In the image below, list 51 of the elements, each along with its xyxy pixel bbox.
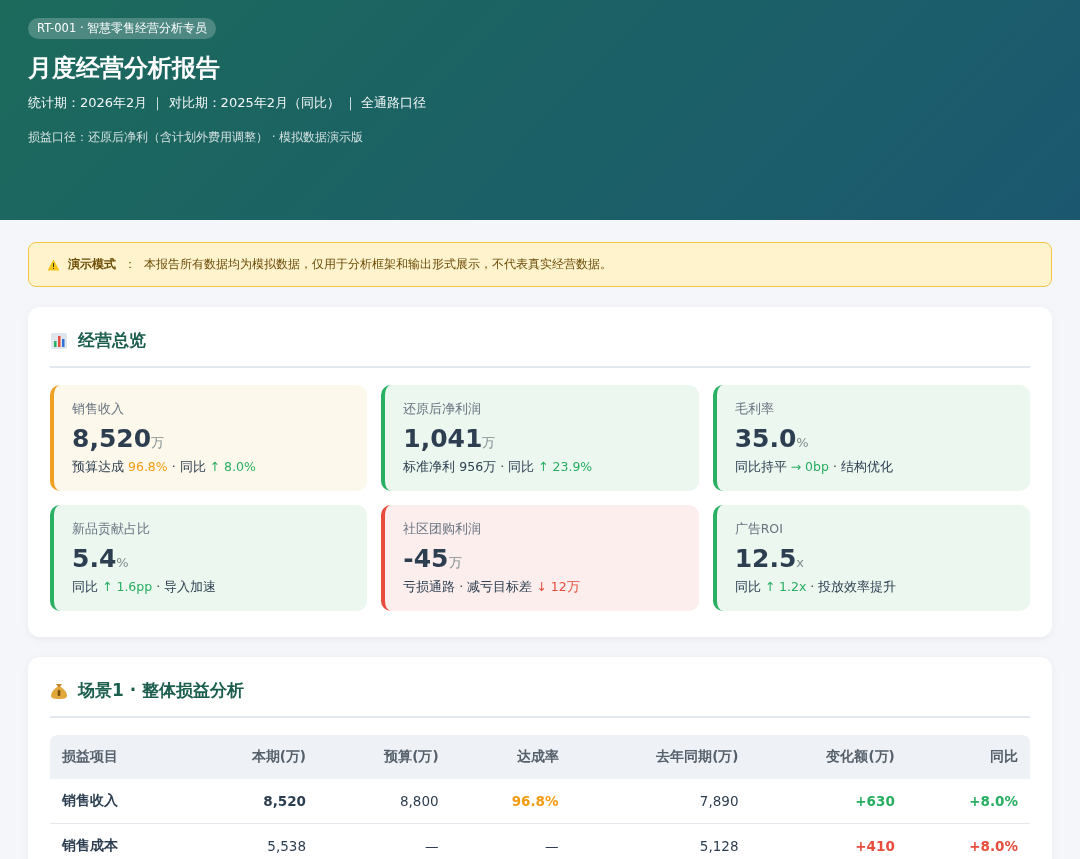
report-period: 统计期：2026年2月 ｜ 对比期：2025年2月（同比） ｜ 全通路口径 xyxy=(28,94,428,112)
column-header: 预算(万) xyxy=(318,735,451,779)
kpi-value: 5.4% xyxy=(72,544,130,573)
kpi-label: 毛利率 xyxy=(734,401,775,418)
table-cell: — xyxy=(450,823,571,859)
column-header: 本期(万) xyxy=(185,735,318,779)
table-cell: +630 xyxy=(750,779,907,824)
kpi-detail: 同比 ↑ 1.2x · 投放效率提升 xyxy=(734,579,898,596)
table-cell: — xyxy=(318,823,451,859)
column-header: 同比 xyxy=(906,735,1030,779)
kpi-value: 12.5x xyxy=(734,544,806,573)
kpi-detail: 标准净利 956万 · 同比 ↑ 23.9% xyxy=(403,459,594,476)
table-cell: +410 xyxy=(750,823,907,859)
table-cell: 销售收入 xyxy=(50,779,186,824)
notice-text: 本报告所有数据均为模拟数据，仅用于分析框架和输出形式展示，不代表真实经营数据。 xyxy=(144,256,612,273)
report-title: 月度经营分析报告 xyxy=(28,53,221,84)
table-cell: 8,520 xyxy=(185,779,318,824)
kpi-label: 还原后净利润 xyxy=(403,401,483,418)
column-header: 去年同期(万) xyxy=(570,735,751,779)
kpi-label: 销售收入 xyxy=(72,401,125,418)
column-header: 损益项目 xyxy=(50,735,186,779)
kpi-detail: 同比 ↑ 1.6pp · 导入加速 xyxy=(72,579,218,596)
notice-label: 演示模式 xyxy=(68,256,116,273)
kpi-value: 8,520万 xyxy=(72,424,166,453)
kpi-value: 1,041万 xyxy=(403,424,497,453)
notice-separator: ： xyxy=(124,256,136,273)
kpi-detail: 亏损通路 · 减亏目标差 ↓ 12万 xyxy=(403,579,581,596)
report-note: 损益口径：还原后净利（含计划外费用调整） · 模拟数据演示版 xyxy=(28,129,365,146)
kpi-label: 广告ROI xyxy=(734,521,784,538)
kpi-label: 社区团购利润 xyxy=(403,521,483,538)
table-cell: +8.0% xyxy=(906,823,1030,859)
table-cell: 5,128 xyxy=(570,823,751,859)
table-cell: 8,800 xyxy=(318,779,451,824)
table-cell: 5,538 xyxy=(185,823,318,859)
column-header: 变化额(万) xyxy=(750,735,907,779)
section-title: 经营总览 xyxy=(78,329,146,352)
column-header: 达成率 xyxy=(450,735,571,779)
table-cell: 销售成本 xyxy=(50,823,186,859)
kpi-value: 35.0% xyxy=(734,424,810,453)
kpi-detail: 预算达成 96.8% · 同比 ↑ 8.0% xyxy=(72,459,257,476)
table-cell: +8.0% xyxy=(906,779,1030,824)
kpi-detail: 同比持平 → 0bp · 结构优化 xyxy=(734,459,894,476)
agent-tag: RT-001 · 智慧零售经营分析专员 xyxy=(28,18,217,39)
section-title: 场景1 · 整体损益分析 xyxy=(78,679,245,702)
table-cell: 7,890 xyxy=(570,779,751,824)
kpi-value: -45万 xyxy=(403,544,463,573)
money-bag-icon xyxy=(50,681,68,700)
table-cell: 96.8% xyxy=(450,779,571,824)
kpi-label: 新品贡献占比 xyxy=(72,521,151,538)
bar-chart-icon xyxy=(50,331,68,350)
warning-icon xyxy=(47,258,60,271)
